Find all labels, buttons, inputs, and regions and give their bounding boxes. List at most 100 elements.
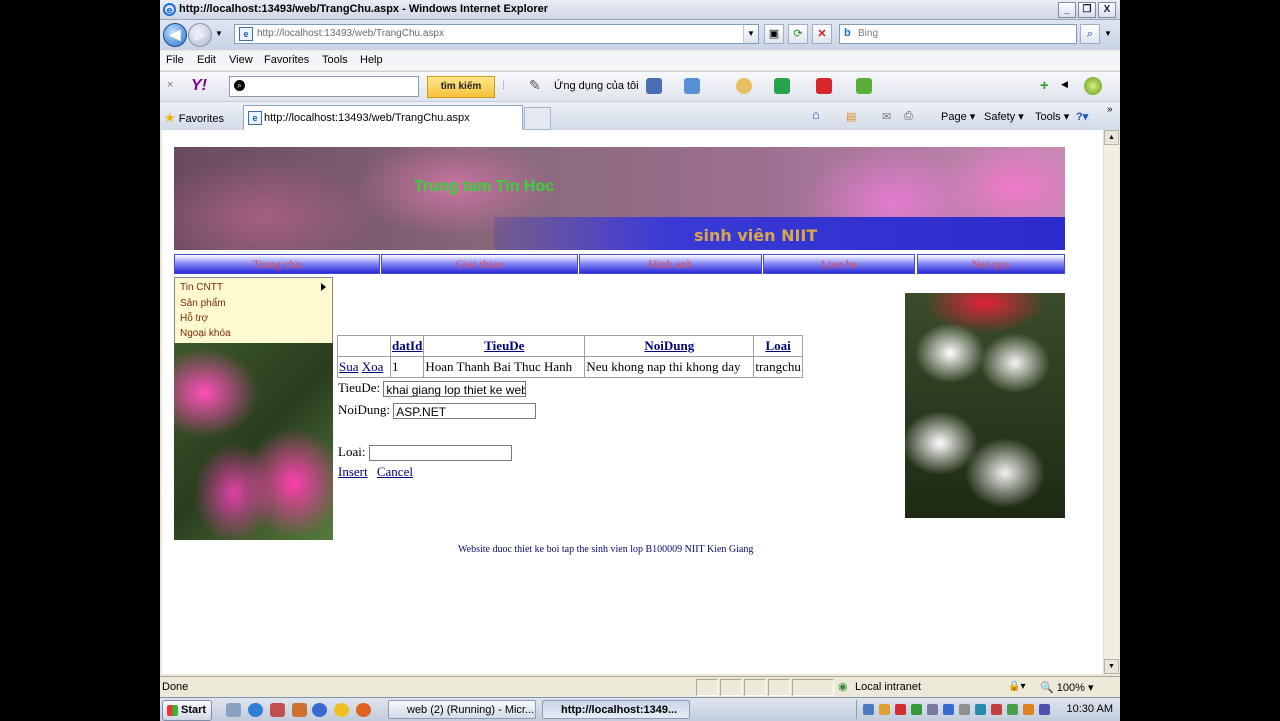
yahoo-apps-link[interactable]: Ứng dụng của tôi: [554, 80, 639, 92]
ie-quicklaunch-icon[interactable]: [248, 703, 263, 717]
zoom-level[interactable]: 🔍 100% ▾: [1040, 681, 1093, 694]
addon-icon[interactable]: [774, 78, 790, 94]
grid-header-tieude[interactable]: TieuDe: [423, 335, 586, 357]
app-quicklaunch-icon-2[interactable]: [292, 703, 307, 717]
minimize-button[interactable]: _: [1058, 2, 1076, 18]
flyout-item-san-pham[interactable]: Sản phẩm: [180, 298, 226, 309]
status-panel: [768, 679, 790, 696]
home-icon[interactable]: ⌂: [812, 107, 820, 122]
refresh-icon[interactable]: ⟳: [788, 24, 808, 44]
messenger-icon[interactable]: [334, 703, 349, 717]
tray-icon[interactable]: [959, 704, 970, 715]
start-button[interactable]: Start: [162, 700, 212, 721]
search-options-icon[interactable]: ▼: [1104, 29, 1112, 38]
nav-noi-quy[interactable]: Noi quy: [917, 254, 1065, 274]
yahoo-search-button[interactable]: tìm kiếm: [427, 76, 495, 98]
shield-icon[interactable]: [646, 78, 662, 94]
add-icon[interactable]: +: [1040, 77, 1049, 94]
cancel-link[interactable]: Cancel: [377, 464, 413, 479]
taskbar-item-ie[interactable]: http://localhost:1349...: [542, 700, 690, 719]
read-mail-icon[interactable]: ✉: [882, 110, 891, 123]
edit-link[interactable]: Sua: [339, 359, 359, 374]
close-button[interactable]: X: [1098, 2, 1116, 18]
noidung-input[interactable]: ASP.NET: [393, 403, 537, 420]
new-tab-button[interactable]: [524, 107, 551, 130]
tray-icon[interactable]: [991, 704, 1002, 715]
tray-icon[interactable]: [863, 704, 874, 715]
tray-icon[interactable]: [927, 704, 938, 715]
show-desktop-icon[interactable]: [226, 703, 241, 717]
tray-icon[interactable]: [895, 704, 906, 715]
search-icon[interactable]: ⌕: [1080, 24, 1100, 44]
tray-icon[interactable]: [911, 704, 922, 715]
print-icon[interactable]: ⎙: [904, 110, 913, 123]
search-input[interactable]: b Bing: [839, 24, 1077, 44]
flyout-item-ho-tro[interactable]: Hỗ trợ: [180, 313, 208, 324]
browser-tab[interactable]: e http://localhost:13493/web/TrangChu.as…: [243, 105, 523, 130]
flyout-item-ngoai-khoa[interactable]: Ngoại khóa: [180, 328, 231, 339]
address-input[interactable]: e http://localhost:13493/web/TrangChu.as…: [234, 24, 759, 44]
tab-title: http://localhost:13493/web/TrangChu.aspx: [264, 112, 470, 124]
banner-subtitle: sinh viên NIIT: [694, 226, 818, 245]
menu-edit[interactable]: Edit: [197, 54, 216, 66]
mail-icon[interactable]: [684, 78, 700, 94]
firefox-icon[interactable]: [356, 703, 371, 717]
game-icon[interactable]: [816, 78, 832, 94]
tray-icon[interactable]: [879, 704, 890, 715]
grid-header-datid[interactable]: datId: [389, 335, 425, 357]
help-icon[interactable]: ?▾: [1076, 110, 1088, 123]
tray-icon[interactable]: [943, 704, 954, 715]
forward-button[interactable]: ▶: [188, 23, 212, 47]
loai-input[interactable]: [368, 445, 512, 462]
grid-cell-tieude: Hoan Thanh Bai Thuc Hanh: [423, 356, 586, 378]
tray-icon[interactable]: [1007, 704, 1018, 715]
nav-gioi-thieu[interactable]: Gioi thieu: [381, 254, 578, 274]
tools-menu[interactable]: Tools ▾: [1035, 110, 1069, 123]
grid-header-noidung[interactable]: NoiDung: [584, 335, 755, 357]
tray-icon[interactable]: [975, 704, 986, 715]
app-quicklaunch-icon-3[interactable]: [312, 703, 327, 717]
tray-icon[interactable]: [1023, 704, 1034, 715]
history-dropdown-icon[interactable]: ▼: [215, 29, 223, 38]
stop-icon[interactable]: ✕: [812, 24, 832, 44]
insert-link[interactable]: Insert: [338, 464, 368, 479]
tieude-input[interactable]: khai giang lop thiet ke web: [383, 381, 527, 398]
favorites-button[interactable]: ★ Favorites: [164, 110, 224, 126]
menu-file[interactable]: File: [166, 54, 184, 66]
search-icon: ⌕: [234, 80, 245, 91]
vertical-scrollbar[interactable]: ▲ ▼: [1103, 130, 1119, 674]
feeds-icon[interactable]: ▤: [846, 110, 856, 123]
safety-menu[interactable]: Safety ▾: [984, 110, 1024, 123]
tray-icon[interactable]: [1039, 704, 1050, 715]
nav-lien-he[interactable]: Lien he: [763, 254, 915, 274]
security-zone[interactable]: Local intranet: [855, 681, 921, 693]
page-menu[interactable]: Page ▾: [941, 110, 975, 123]
settings-gear-icon[interactable]: [1084, 77, 1102, 95]
site-nav: Trang chu Gioi thieu Hinh anh Lien he No…: [174, 254, 1065, 274]
maximize-button[interactable]: ❐: [1078, 2, 1096, 18]
nav-hinh-anh[interactable]: Hinh anh: [579, 254, 762, 274]
menu-view[interactable]: View: [229, 54, 253, 66]
menu-help[interactable]: Help: [360, 54, 383, 66]
scroll-up-icon[interactable]: ▲: [1104, 130, 1119, 145]
menu-tools[interactable]: Tools: [322, 54, 348, 66]
grid-header-loai[interactable]: Loai: [753, 335, 803, 357]
taskbar-item-visual-studio[interactable]: web (2) (Running) - Micr...: [388, 700, 536, 719]
back-button[interactable]: ◀: [163, 23, 187, 47]
flyout-item-tin-cntt[interactable]: Tin CNTT: [180, 282, 223, 293]
arrow-icon[interactable]: [856, 78, 872, 94]
compat-view-icon[interactable]: ▣: [764, 24, 784, 44]
chevron-more-icon[interactable]: »: [1107, 104, 1113, 115]
scroll-left-icon[interactable]: ◀: [1061, 79, 1068, 90]
close-toolbar-icon[interactable]: ×: [167, 79, 173, 91]
protected-mode-icon[interactable]: 🔒▾: [1008, 681, 1025, 692]
yahoo-search-input[interactable]: ⌕: [229, 76, 419, 97]
toolbar-separator-icon: ⁞: [502, 80, 506, 92]
nav-trang-chu[interactable]: Trang chu: [174, 254, 380, 274]
delete-link[interactable]: Xoa: [362, 359, 384, 374]
app-quicklaunch-icon[interactable]: [270, 703, 285, 717]
scroll-down-icon[interactable]: ▼: [1104, 659, 1119, 674]
address-dropdown-icon[interactable]: ▼: [743, 25, 758, 43]
menu-favorites[interactable]: Favorites: [264, 54, 309, 66]
weather-icon[interactable]: [736, 78, 752, 94]
